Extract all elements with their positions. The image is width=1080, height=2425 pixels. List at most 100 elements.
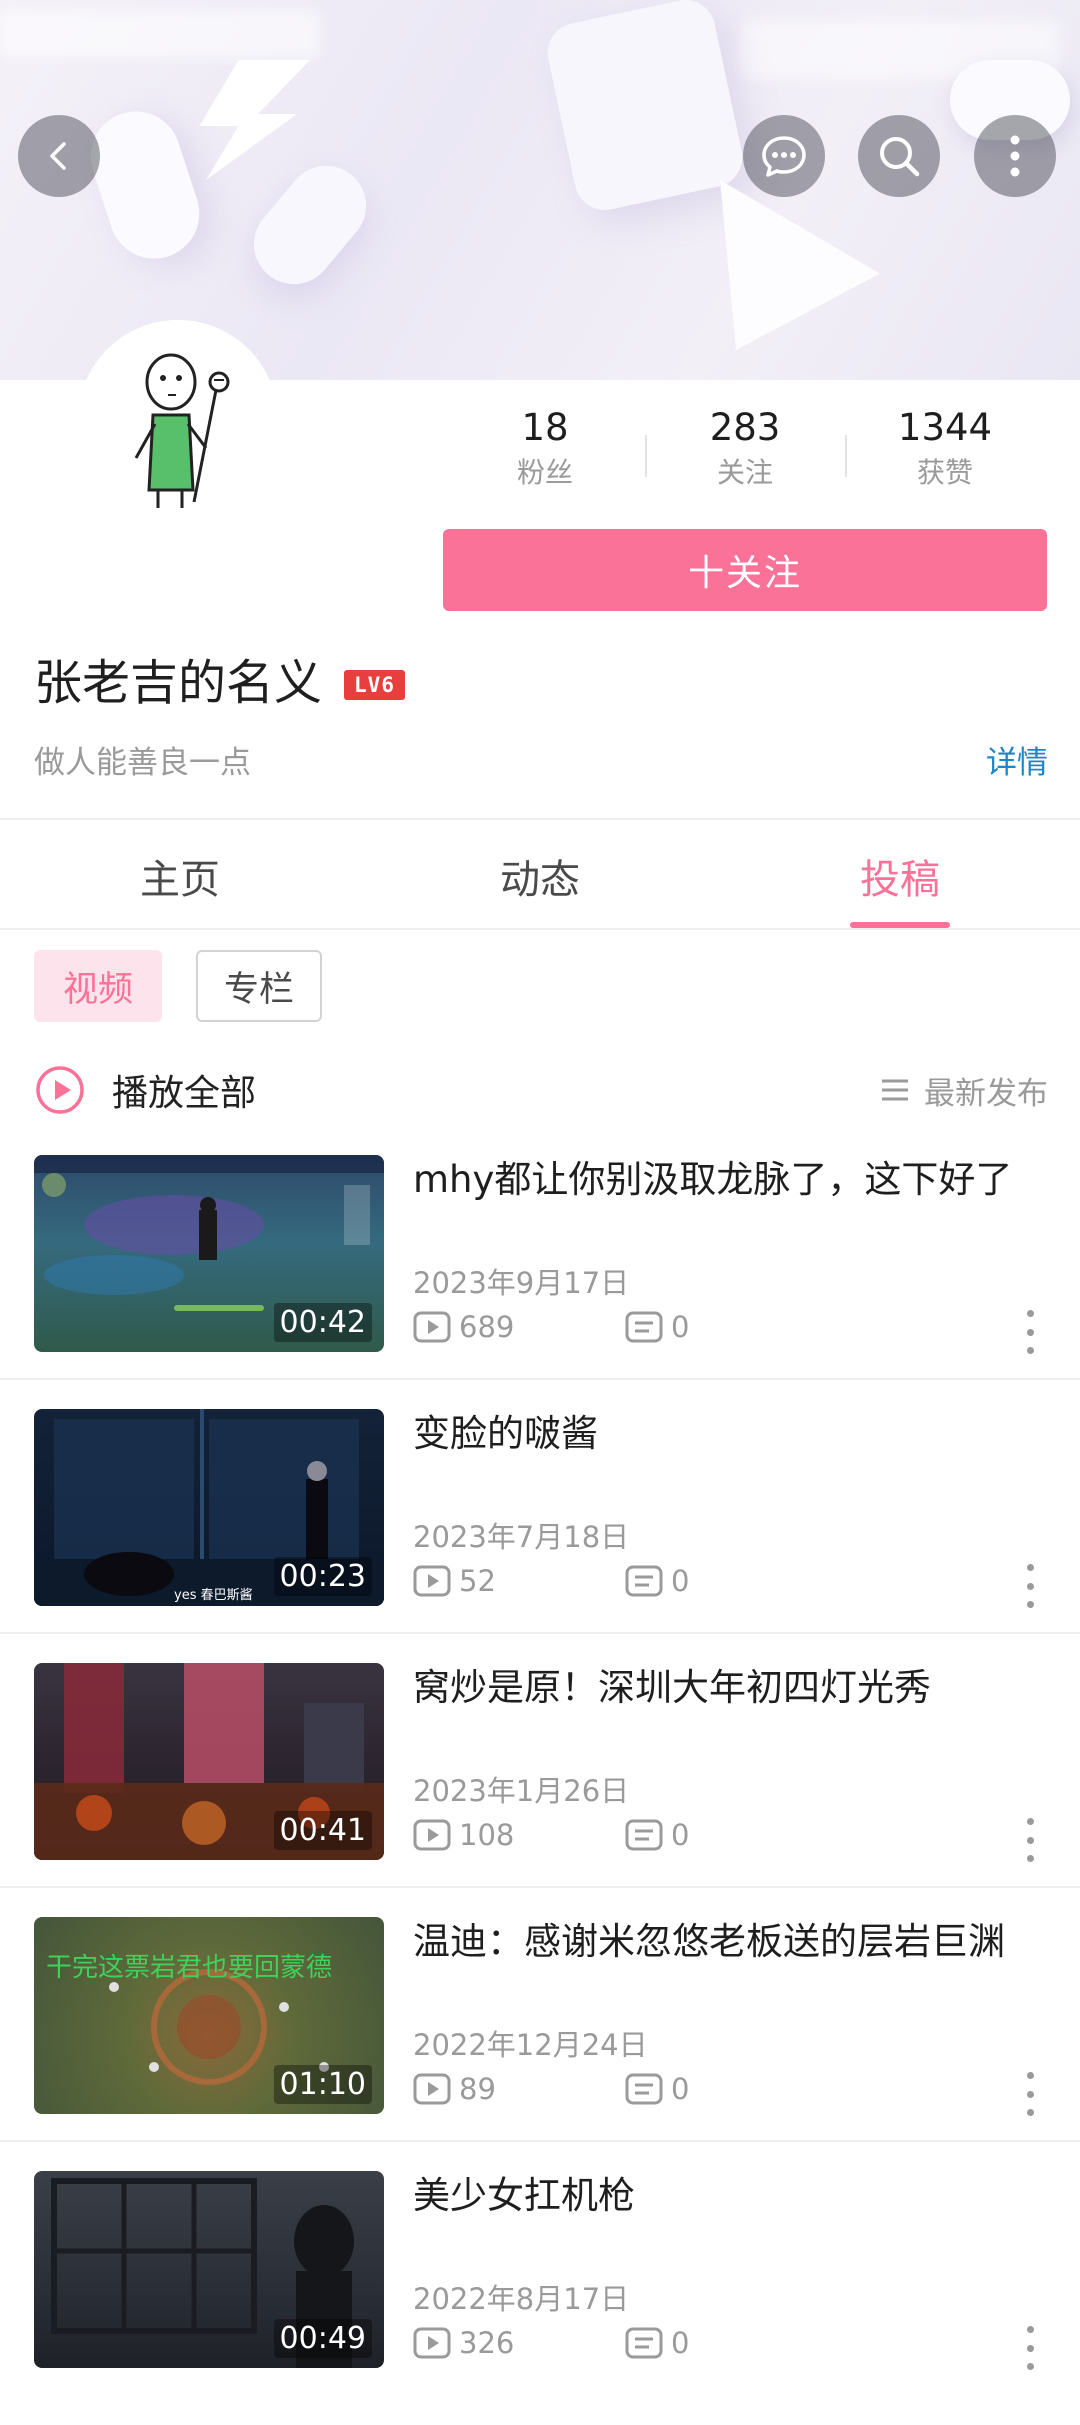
follow-button[interactable]: 十关注	[443, 529, 1047, 611]
tab-dynamics[interactable]: 动态	[390, 818, 690, 934]
comment-count-icon	[625, 1565, 663, 1597]
video-thumbnail[interactable]: yes 春巴斯酱 00:23	[34, 1409, 384, 1606]
view-count: 689	[459, 1310, 515, 1344]
banner-play-triangle-decoration	[720, 180, 880, 350]
video-more-button[interactable]	[1020, 2072, 1040, 2116]
stat-likes[interactable]: 1344 获赞	[845, 405, 1045, 505]
likes-count: 1344	[897, 406, 993, 449]
stat-divider	[845, 435, 847, 477]
video-item[interactable]: 00:49 美少女扛机枪 2022年8月17日 326 0	[0, 2171, 1080, 2425]
play-count-icon	[413, 2327, 451, 2359]
video-duration: 00:42	[273, 1303, 372, 1342]
video-date: 2023年9月17日	[413, 1266, 630, 1300]
play-count-icon	[413, 1311, 451, 1343]
video-stats: 108 0	[413, 1813, 689, 1857]
video-date: 2023年7月18日	[413, 1520, 630, 1554]
more-vertical-icon	[1010, 135, 1020, 177]
search-button[interactable]	[858, 115, 940, 197]
more-options-button[interactable]	[974, 115, 1056, 197]
video-title[interactable]: 窝炒是原！深圳大年初四灯光秀	[413, 1663, 1053, 1713]
comment-count: 0	[671, 1564, 690, 1598]
view-count: 89	[459, 2072, 496, 2106]
message-bubble-icon	[762, 136, 806, 177]
video-more-button[interactable]	[1020, 1564, 1040, 1608]
comment-count-icon	[625, 2073, 663, 2105]
following-count: 283	[709, 406, 781, 449]
message-button[interactable]	[743, 115, 825, 197]
comment-count: 0	[671, 1310, 690, 1344]
comment-count-icon	[625, 2327, 663, 2359]
comment-count-icon	[625, 1819, 663, 1851]
video-thumbnail[interactable]: 干完这票岩君也要回蒙德 01:10	[34, 1917, 384, 2114]
list-sort-icon	[882, 1079, 908, 1101]
avatar[interactable]	[78, 320, 278, 520]
video-item[interactable]: yes 春巴斯酱 00:23 变脸的啵酱 2023年7月18日 52 0	[0, 1409, 1080, 1663]
banner-decoration	[79, 99, 211, 271]
banner-decoration	[237, 149, 383, 301]
video-item[interactable]: 干完这票岩君也要回蒙德 01:10 温迪：感谢米忽悠老板送的层岩巨渊 2022年…	[0, 1917, 1080, 2171]
video-date: 2023年1月26日	[413, 1774, 630, 1808]
play-count-icon	[413, 1819, 451, 1851]
video-duration: 01:10	[273, 2065, 372, 2104]
avatar-stick-figure-image	[78, 320, 278, 520]
tab-home[interactable]: 主页	[30, 818, 330, 934]
view-count: 108	[459, 1818, 515, 1852]
video-date: 2022年8月17日	[413, 2282, 630, 2316]
level-badge: LV6	[344, 670, 405, 700]
fans-label: 粉丝	[516, 456, 573, 489]
play-circle-icon	[36, 1066, 84, 1114]
video-stats: 89 0	[413, 2067, 689, 2111]
filter-column-chip[interactable]: 专栏	[196, 950, 322, 1022]
thumbnail-overlay-text: 干完这票岩君也要回蒙德	[46, 1953, 333, 1983]
video-duration: 00:41	[273, 1811, 372, 1850]
details-link[interactable]: 详情	[960, 738, 1048, 788]
search-icon	[880, 137, 920, 177]
status-bar-blur	[0, 10, 320, 58]
video-stats: 52 0	[413, 1559, 689, 1603]
play-count-icon	[413, 1565, 451, 1597]
divider	[0, 2140, 1080, 2142]
divider	[0, 1886, 1080, 1888]
video-thumbnail[interactable]: 00:41	[34, 1663, 384, 1860]
video-title[interactable]: 温迪：感谢米忽悠老板送的层岩巨渊	[413, 1917, 1053, 1967]
view-count: 52	[459, 1564, 496, 1598]
following-label: 关注	[716, 456, 773, 489]
video-more-button[interactable]	[1020, 1310, 1040, 1354]
video-more-button[interactable]	[1020, 1818, 1040, 1862]
divider	[0, 928, 1080, 930]
comment-count-icon	[625, 1311, 663, 1343]
play-all-label: 播放全部	[112, 1073, 257, 1114]
video-item[interactable]: 00:41 窝炒是原！深圳大年初四灯光秀 2023年1月26日 108 0	[0, 1663, 1080, 1917]
play-all-button[interactable]: 播放全部	[34, 1060, 256, 1120]
comment-count: 0	[671, 2072, 690, 2106]
divider	[0, 1632, 1080, 1634]
video-item[interactable]: 00:42 mhy都让你别汲取龙脉了，这下好了 2023年9月17日 689 0	[0, 1155, 1080, 1409]
video-date: 2022年12月24日	[413, 2028, 648, 2062]
comment-count: 0	[671, 1818, 690, 1852]
video-duration: 00:49	[273, 2319, 372, 2358]
sort-button[interactable]: 最新发布	[868, 1060, 1048, 1120]
view-count: 326	[459, 2326, 515, 2360]
video-title[interactable]: mhy都让你别汲取龙脉了，这下好了	[413, 1155, 1053, 1205]
back-button[interactable]	[18, 115, 100, 197]
video-title[interactable]: 美少女扛机枪	[413, 2171, 1053, 2221]
filter-video-chip[interactable]: 视频	[34, 950, 162, 1022]
tab-uploads[interactable]: 投稿	[750, 818, 1050, 934]
video-stats: 326 0	[413, 2321, 689, 2365]
username: 张老吉的名义	[34, 655, 323, 711]
profile-stats: 18 粉丝 283 关注 1344 获赞	[445, 405, 1045, 505]
stat-following[interactable]: 283 关注	[645, 405, 845, 505]
back-arrow-icon	[50, 142, 66, 170]
video-title[interactable]: 变脸的啵酱	[413, 1409, 1053, 1459]
video-thumbnail[interactable]: 00:42	[34, 1155, 384, 1352]
stat-fans[interactable]: 18 粉丝	[445, 405, 645, 505]
fans-count: 18	[521, 406, 569, 449]
video-thumbnail[interactable]: 00:49	[34, 2171, 384, 2368]
divider	[0, 1378, 1080, 1380]
video-more-button[interactable]	[1020, 2326, 1040, 2370]
video-duration: 00:23	[273, 1557, 372, 1596]
video-stats: 689 0	[413, 1305, 689, 1349]
likes-label: 获赞	[916, 456, 973, 489]
play-count-icon	[413, 2073, 451, 2105]
video-caption: yes 春巴斯酱	[174, 1588, 253, 1603]
